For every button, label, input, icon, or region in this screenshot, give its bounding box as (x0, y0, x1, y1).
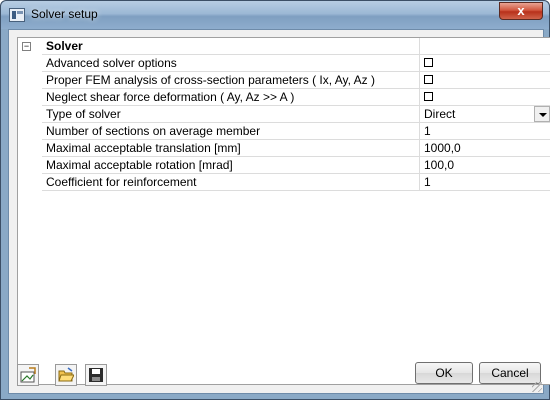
property-value-cell (420, 89, 550, 105)
property-label: Neglect shear force deformation ( Ay, Az… (42, 89, 420, 105)
app-icon (9, 8, 25, 22)
property-row: Maximal acceptable rotation [mrad] 100,0 (42, 157, 550, 174)
property-row: Proper FEM analysis of cross-section par… (42, 72, 550, 89)
property-label: Advanced solver options (42, 55, 420, 71)
cancel-button[interactable]: Cancel (479, 362, 541, 384)
solver-setup-window: Solver setup x − Solver Advanced solver … (0, 0, 550, 400)
neglect-shear-deformation-checkbox[interactable] (424, 92, 433, 101)
close-button[interactable]: x (499, 2, 543, 20)
property-grid: − Solver Advanced solver options Proper … (17, 37, 550, 385)
section-value-cell (420, 38, 550, 54)
reinforcement-coefficient-field[interactable]: 1 (420, 174, 550, 190)
open-folder-icon (58, 367, 74, 382)
window-title: Solver setup (31, 7, 98, 21)
property-label: Proper FEM analysis of cross-section par… (42, 72, 420, 88)
max-translation-field[interactable]: 1000,0 (420, 140, 550, 156)
property-value-cell (420, 72, 550, 88)
save-button[interactable] (85, 364, 107, 386)
property-row: Neglect shear force deformation ( Ay, Az… (42, 89, 550, 106)
proper-fem-analysis-checkbox[interactable] (424, 75, 433, 84)
property-value-cell (420, 55, 550, 71)
max-rotation-field[interactable]: 100,0 (420, 157, 550, 173)
property-label: Maximal acceptable rotation [mrad] (42, 157, 420, 173)
dialog-client-area: − Solver Advanced solver options Proper … (8, 29, 550, 394)
section-title: Solver (42, 38, 420, 54)
ok-button[interactable]: OK (415, 362, 473, 384)
grid-gutter: − (18, 38, 42, 384)
chevron-down-icon[interactable] (534, 106, 550, 122)
resize-grip[interactable] (532, 382, 542, 392)
title-bar[interactable]: Solver setup x (1, 1, 549, 29)
sections-count-field[interactable]: 1 (420, 123, 550, 139)
property-row: Advanced solver options (42, 55, 550, 72)
save-icon (89, 368, 103, 382)
property-label: Maximal acceptable translation [mm] (42, 140, 420, 156)
section-header-row: Solver (42, 38, 550, 55)
solver-type-value: Direct (424, 107, 456, 121)
open-button[interactable] (55, 364, 77, 386)
property-row: Number of sections on average member 1 (42, 123, 550, 140)
property-label: Coefficient for reinforcement (42, 174, 420, 190)
defaults-button[interactable] (17, 364, 39, 386)
advanced-solver-options-checkbox[interactable] (424, 58, 433, 67)
property-label: Number of sections on average member (42, 123, 420, 139)
property-label: Type of solver (42, 106, 420, 122)
defaults-icon (20, 367, 36, 383)
property-row: Coefficient for reinforcement 1 (42, 174, 550, 191)
property-row: Type of solver Direct (42, 106, 550, 123)
collapse-icon[interactable]: − (22, 42, 31, 51)
solver-type-dropdown[interactable]: Direct (420, 106, 550, 122)
property-row: Maximal acceptable translation [mm] 1000… (42, 140, 550, 157)
